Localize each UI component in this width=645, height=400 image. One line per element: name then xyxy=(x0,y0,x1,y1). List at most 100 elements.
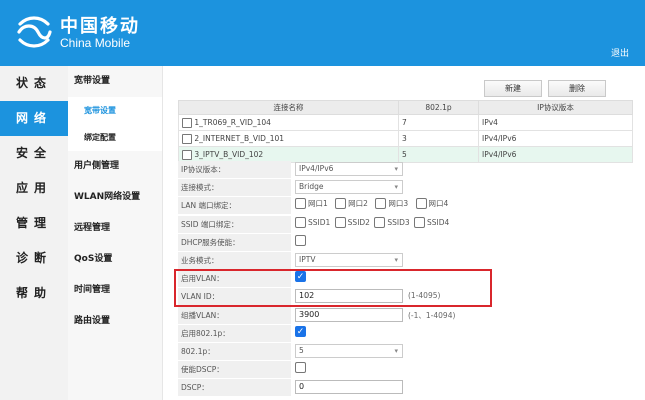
ssid4-label: SSID4 xyxy=(427,217,450,227)
nav-network[interactable]: 网络 xyxy=(0,101,68,136)
enable-dscp-label: 使能DSCP： xyxy=(178,361,291,379)
row-ip: IPv4/IPv6 xyxy=(478,130,633,147)
enable-8021p-checkbox[interactable]: ✓ xyxy=(295,325,306,337)
row-name: 3_IPTV_B_VID_102 xyxy=(194,149,264,159)
row-name: 1_TR069_R_VID_104 xyxy=(194,117,271,127)
content-panel: 新建 删除 连接名称 802.1p IP协议版本 1_TR069_R_VID_1… xyxy=(163,66,645,400)
p8021-select[interactable]: 5 ▾ xyxy=(295,343,403,358)
connection-form: IP协议版本： IPv4/IPv6 ▾ 连接模式： Bridge ▾ LAN 端口绑… xyxy=(178,161,633,397)
vlan-id-row: VLAN ID： 102 (1-4095) xyxy=(178,288,633,306)
china-mobile-logo-icon xyxy=(17,16,52,48)
row-8021p: 7 xyxy=(398,114,479,131)
nav-security[interactable]: 安全 xyxy=(0,136,68,171)
row-checkbox[interactable] xyxy=(182,133,192,144)
col-8021p: 802.1p xyxy=(398,100,479,115)
vlan-id-hint: (1-4095) xyxy=(408,291,441,301)
top-header: 中国移动 China Mobile 退出 xyxy=(0,0,645,66)
dscp-label: DSCP： xyxy=(178,379,291,397)
ssid2-label: SSID2 xyxy=(347,217,370,227)
row-checkbox[interactable] xyxy=(182,117,192,128)
enable-vlan-row: 启用VLAN： ✓ xyxy=(178,270,633,288)
dhcp-row: DHCP服务使能： xyxy=(178,233,633,252)
main-nav: 状态 网络 安全 应用 管理 诊断 帮助 xyxy=(0,66,68,400)
col-connection-name: 连接名称 xyxy=(178,100,399,115)
vlan-id-input[interactable]: 102 xyxy=(295,289,403,304)
row-8021p: 3 xyxy=(398,130,479,147)
enable-8021p-row: 启用802.1p： ✓ xyxy=(178,324,633,343)
ssid3-label: SSID3 xyxy=(387,217,410,227)
ssid1-label: SSID1 xyxy=(308,217,331,227)
ssid3-checkbox[interactable] xyxy=(374,216,386,228)
dhcp-checkbox[interactable] xyxy=(295,234,306,246)
subnav-qos[interactable]: QoS设置 xyxy=(68,244,162,275)
row-name-cell: 2_INTERNET_B_VID_101 xyxy=(178,130,399,147)
lan4-label: 网口4 xyxy=(428,199,449,209)
service-mode-select[interactable]: IPTV ▾ xyxy=(295,252,403,267)
subnav-broadband-settings[interactable]: 宽带设置 xyxy=(68,97,162,124)
chevron-down-icon: ▾ xyxy=(394,183,398,192)
nav-help[interactable]: 帮助 xyxy=(0,276,68,311)
ssid-bind-label: SSID 端口绑定： xyxy=(178,215,291,233)
p8021-row: 802.1p： 5 ▾ xyxy=(178,342,633,361)
col-ip-version: IP协议版本 xyxy=(478,100,633,115)
multicast-vlan-row: 组播VLAN： 3900 (-1、1-4094) xyxy=(178,306,633,325)
table-row[interactable]: 2_INTERNET_B_VID_101 3 IPv4/IPv6 xyxy=(178,130,633,147)
subnav-time[interactable]: 时间管理 xyxy=(68,275,162,306)
brand-name-en: China Mobile xyxy=(60,36,131,50)
lan-bind-row: LAN 端口绑定： 网口1 网口2 网口3 网口4 xyxy=(178,197,633,215)
enable-dscp-checkbox[interactable] xyxy=(295,362,306,374)
conn-mode-row: 连接模式： Bridge ▾ xyxy=(178,179,633,197)
chevron-down-icon: ▾ xyxy=(394,165,398,173)
lan2-checkbox[interactable] xyxy=(335,198,347,210)
table-header: 连接名称 802.1p IP协议版本 xyxy=(178,100,633,115)
lan4-checkbox[interactable] xyxy=(415,198,427,210)
lan1-label: 网口1 xyxy=(308,199,328,209)
lan1-checkbox[interactable] xyxy=(295,198,306,210)
ssid2-checkbox[interactable] xyxy=(334,216,346,228)
ip-version-select[interactable]: IPv4/IPv6 ▾ xyxy=(295,162,403,176)
p8021-label: 802.1p： xyxy=(178,342,291,360)
nav-status[interactable]: 状态 xyxy=(0,66,68,101)
chevron-down-icon: ▾ xyxy=(394,255,398,264)
table-row[interactable]: 1_TR069_R_VID_104 7 IPv4 xyxy=(178,114,633,131)
dhcp-label: DHCP服务使能： xyxy=(178,233,291,251)
enable-dscp-row: 使能DSCP： xyxy=(178,361,633,379)
lan3-label: 网口3 xyxy=(388,199,409,209)
new-button[interactable]: 新建 xyxy=(484,80,542,97)
subnav-broadband[interactable]: 宽带设置 xyxy=(68,66,162,97)
row-ip: IPv4 xyxy=(478,114,633,131)
subnav-binding-config[interactable]: 绑定配置 xyxy=(68,124,162,151)
brand-name-cn: 中国移动 xyxy=(60,16,140,37)
ssid-bind-row: SSID 端口绑定： SSID1 SSID2 SSID3 SSID4 xyxy=(178,215,633,234)
nav-application[interactable]: 应用 xyxy=(0,171,68,206)
conn-mode-select[interactable]: Bridge ▾ xyxy=(295,180,403,195)
subnav-remote[interactable]: 远程管理 xyxy=(68,213,162,244)
logout-link[interactable]: 退出 xyxy=(611,46,629,59)
lan3-checkbox[interactable] xyxy=(375,198,387,210)
row-name: 2_INTERNET_B_VID_101 xyxy=(194,133,285,143)
service-mode-row: 业务模式： IPTV ▾ xyxy=(178,251,633,270)
delete-button[interactable]: 删除 xyxy=(548,80,606,97)
row-checkbox[interactable] xyxy=(182,149,192,160)
sub-nav: 宽带设置 宽带设置 绑定配置 用户侧管理 WLAN网络设置 远程管理 QoS设置… xyxy=(68,66,163,400)
ssid1-checkbox[interactable] xyxy=(295,216,306,228)
connection-table: 连接名称 802.1p IP协议版本 1_TR069_R_VID_104 7 I… xyxy=(178,100,633,163)
nav-management[interactable]: 管理 xyxy=(0,206,68,241)
subnav-user-side[interactable]: 用户侧管理 xyxy=(68,151,162,182)
multicast-vlan-hint: (-1、1-4094) xyxy=(408,310,456,320)
lan2-label: 网口2 xyxy=(348,199,368,209)
subnav-wlan[interactable]: WLAN网络设置 xyxy=(68,182,162,213)
subnav-route[interactable]: 路由设置 xyxy=(68,306,162,337)
dscp-input[interactable]: 0 xyxy=(295,380,403,395)
service-mode-label: 业务模式： xyxy=(178,251,291,269)
nav-diagnostics[interactable]: 诊断 xyxy=(0,241,68,276)
ip-version-label: IP协议版本： xyxy=(178,161,291,178)
ssid4-checkbox[interactable] xyxy=(414,216,426,228)
multicast-vlan-input[interactable]: 3900 xyxy=(295,307,403,322)
enable-vlan-checkbox[interactable]: ✓ xyxy=(295,271,306,283)
enable-8021p-label: 启用802.1p： xyxy=(178,324,291,342)
vlan-id-label: VLAN ID： xyxy=(178,288,291,306)
lan-bind-label: LAN 端口绑定： xyxy=(178,197,291,215)
dscp-row: DSCP： 0 xyxy=(178,379,633,397)
ip-version-row: IP协议版本： IPv4/IPv6 ▾ xyxy=(178,161,633,179)
